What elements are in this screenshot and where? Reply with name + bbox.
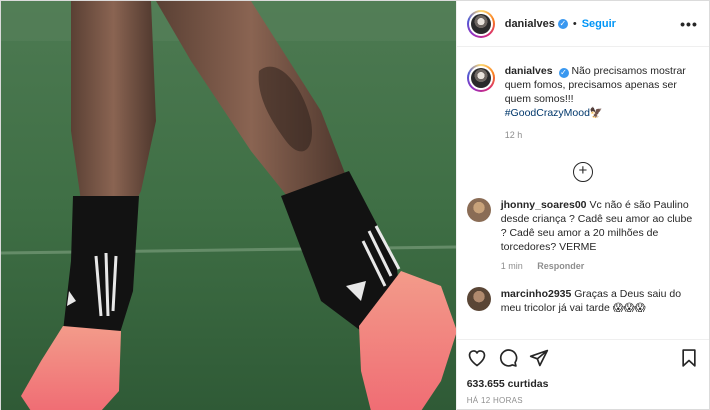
post-photo-image	[1, 1, 456, 410]
header-separator: •	[572, 17, 577, 30]
comment-icon[interactable]	[498, 348, 518, 368]
author-username[interactable]: danialves	[505, 18, 555, 30]
comment-time: 1 min	[500, 261, 523, 271]
commenter-avatar[interactable]	[466, 287, 491, 311]
comments-area[interactable]: danialves ✓ Não precisamos mostrar quem …	[457, 48, 709, 339]
bookmark-icon[interactable]	[679, 348, 699, 368]
reply-button[interactable]: Responder	[537, 261, 584, 271]
caption-time: 12 h	[504, 130, 523, 140]
comment-item: jhonny_soares00 Vc não é são Paulino des…	[466, 198, 699, 273]
instagram-post: danialves ✓ • Seguir ••• danialves ✓ Não…	[0, 0, 710, 410]
post-header: danialves ✓ • Seguir •••	[456, 1, 709, 47]
author-avatar[interactable]	[466, 9, 495, 38]
more-options-icon[interactable]: •••	[679, 16, 699, 32]
caption-avatar[interactable]	[466, 64, 495, 92]
follow-button[interactable]: Seguir	[582, 18, 616, 30]
post-photo[interactable]	[1, 1, 456, 410]
commenter-avatar[interactable]	[466, 198, 491, 222]
post-footer: 633.655 curtidas HÁ 12 HORAS	[456, 339, 709, 410]
caption-username[interactable]: danialves	[505, 65, 553, 77]
post-caption: danialves ✓ Não precisamos mostrar quem …	[466, 64, 699, 142]
verified-badge-icon: ✓	[557, 18, 568, 29]
comment-username[interactable]: marcinho2935	[501, 288, 572, 300]
load-more-comments-button[interactable]: +	[572, 162, 593, 182]
likes-count[interactable]: 633.655 curtidas	[467, 378, 699, 390]
post-timestamp: HÁ 12 HORAS	[466, 396, 523, 405]
verified-badge-icon: ✓	[558, 68, 569, 78]
caption-hashtag[interactable]: #GoodCrazyMood🦅	[505, 107, 603, 119]
comment-item: marcinho2935 Graças a Deus saiu do meu t…	[466, 287, 699, 315]
heart-icon[interactable]	[467, 348, 487, 368]
share-icon[interactable]	[529, 348, 549, 368]
post-side-panel: danialves ✓ • Seguir ••• danialves ✓ Não…	[455, 1, 709, 410]
comment-username[interactable]: jhonny_soares00	[501, 199, 587, 211]
action-bar	[467, 346, 699, 370]
